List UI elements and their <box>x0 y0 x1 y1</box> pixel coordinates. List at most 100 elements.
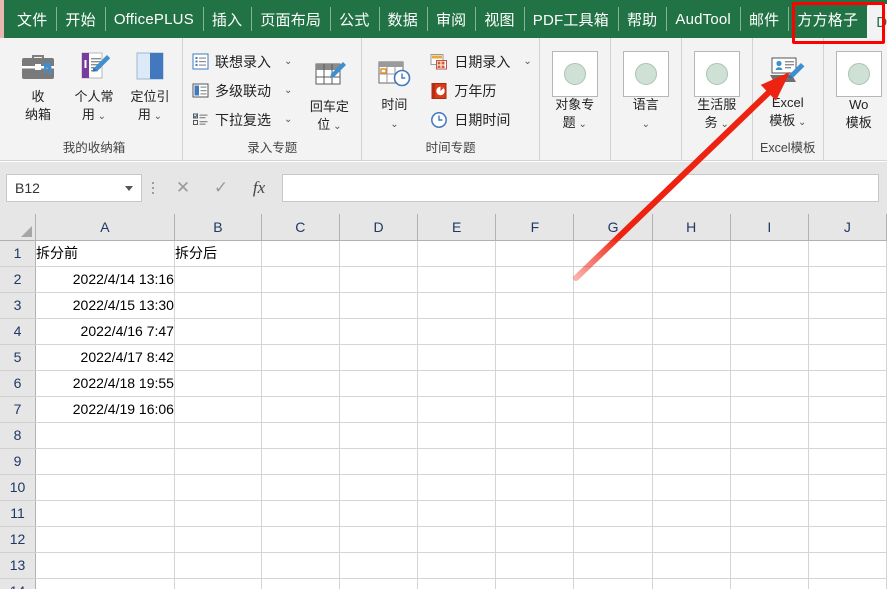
ribbon-tab-7[interactable]: 审阅 <box>426 0 475 38</box>
ribbon-button-date-time[interactable]: 日期时间 <box>426 105 534 134</box>
cell-G13[interactable] <box>573 552 653 579</box>
column-header-E[interactable]: E <box>417 214 497 241</box>
cell-A14[interactable] <box>35 578 175 589</box>
cell-J14[interactable] <box>808 578 887 589</box>
ribbon-button-perpetual-calendar[interactable]: 万年历 <box>426 76 534 105</box>
cell-D2[interactable] <box>339 266 419 293</box>
cell-G8[interactable] <box>573 422 653 449</box>
cell-J10[interactable] <box>808 474 887 501</box>
cell-A6[interactable]: 2022/4/18 19:55 <box>35 370 175 397</box>
ribbon-button-dropdown-multiselect[interactable]: 下拉复选 ⌄ <box>187 105 295 134</box>
ribbon-tab-14[interactable]: DIY工具箱 <box>867 4 887 38</box>
cell-D13[interactable] <box>339 552 419 579</box>
cell-D14[interactable] <box>339 578 419 589</box>
chevron-down-icon[interactable]: ⌄ <box>795 117 806 128</box>
cell-G2[interactable] <box>573 266 653 293</box>
cell-B1[interactable]: 拆分后 <box>174 240 262 267</box>
row-header-14[interactable]: 14 <box>0 578 36 589</box>
ribbon-tab-3[interactable]: 插入 <box>202 0 251 38</box>
cell-G12[interactable] <box>573 526 653 553</box>
column-header-B[interactable]: B <box>174 214 262 241</box>
cell-J6[interactable] <box>808 370 887 397</box>
cell-I3[interactable] <box>730 292 809 319</box>
cell-I6[interactable] <box>730 370 809 397</box>
cell-B3[interactable] <box>174 292 262 319</box>
cell-F11[interactable] <box>495 500 575 527</box>
cell-D1[interactable] <box>339 240 419 267</box>
chevron-down-icon[interactable]: ⌄ <box>718 119 728 130</box>
ribbon-button-time[interactable]: 时间 ⌄ <box>366 50 422 134</box>
chevron-down-icon[interactable]: ⌄ <box>95 111 106 122</box>
ribbon-button-personal-common[interactable]: 个人常 用 ⌄ <box>66 42 122 126</box>
cell-D4[interactable] <box>339 318 419 345</box>
cell-F8[interactable] <box>495 422 575 449</box>
cell-F10[interactable] <box>495 474 575 501</box>
ribbon-tab-0[interactable]: 文件 <box>8 0 56 38</box>
cell-E5[interactable] <box>417 344 497 371</box>
ribbon-button-life-service[interactable]: 生活服 务 ⌄ <box>686 50 748 134</box>
ribbon-button-date-entry[interactable]: 日期录入 ⌄ <box>426 47 534 76</box>
cell-H10[interactable] <box>652 474 731 501</box>
cell-J8[interactable] <box>808 422 887 449</box>
cell-I11[interactable] <box>730 500 809 527</box>
cell-J1[interactable] <box>808 240 887 267</box>
cell-H13[interactable] <box>652 552 731 579</box>
chevron-down-icon[interactable]: ⌄ <box>284 114 292 125</box>
cell-F7[interactable] <box>495 396 575 423</box>
ribbon-tab-1[interactable]: 开始 <box>56 0 104 38</box>
chevron-down-icon[interactable]: ⌄ <box>284 85 292 96</box>
ribbon-button-excel-template[interactable]: Excel 模板 ⌄ <box>757 48 819 132</box>
ribbon-tab-6[interactable]: 数据 <box>378 0 427 38</box>
column-header-G[interactable]: G <box>573 214 653 241</box>
cell-C4[interactable] <box>261 318 340 345</box>
ribbon-button-associative-entry[interactable]: 联想录入 ⌄ <box>187 47 295 76</box>
cell-J12[interactable] <box>808 526 887 553</box>
name-box[interactable]: B12 <box>6 174 142 202</box>
cell-D5[interactable] <box>339 344 419 371</box>
row-header-10[interactable]: 10 <box>0 474 36 501</box>
cancel-icon[interactable]: ✕ <box>164 174 202 202</box>
cell-B10[interactable] <box>174 474 262 501</box>
row-header-7[interactable]: 7 <box>0 396 36 423</box>
formula-bar-grip[interactable] <box>142 182 164 194</box>
ribbon-tab-13[interactable]: 方方格子 <box>788 0 867 38</box>
cell-A4[interactable]: 2022/4/16 7:47 <box>35 318 175 345</box>
cell-F2[interactable] <box>495 266 575 293</box>
cell-I12[interactable] <box>730 526 809 553</box>
cell-A12[interactable] <box>35 526 175 553</box>
cell-E7[interactable] <box>417 396 497 423</box>
cell-F14[interactable] <box>495 578 575 589</box>
cell-J4[interactable] <box>808 318 887 345</box>
ribbon-button-object-topic[interactable]: 对象专 题 ⌄ <box>544 50 606 134</box>
cell-B13[interactable] <box>174 552 262 579</box>
ribbon-tab-4[interactable]: 页面布局 <box>251 0 330 38</box>
cell-A10[interactable] <box>35 474 175 501</box>
column-header-I[interactable]: I <box>730 214 809 241</box>
cell-A9[interactable] <box>35 448 175 475</box>
cell-B4[interactable] <box>174 318 262 345</box>
cell-F5[interactable] <box>495 344 575 371</box>
column-header-A[interactable]: A <box>35 214 175 241</box>
cell-B7[interactable] <box>174 396 262 423</box>
chevron-down-icon[interactable]: ⌄ <box>284 56 292 67</box>
cell-E14[interactable] <box>417 578 497 589</box>
cell-G5[interactable] <box>573 344 653 371</box>
cell-A11[interactable] <box>35 500 175 527</box>
chevron-down-icon[interactable]: ⌄ <box>330 121 341 132</box>
cell-C6[interactable] <box>261 370 340 397</box>
cell-B5[interactable] <box>174 344 262 371</box>
chevron-down-icon[interactable]: ⌄ <box>576 119 586 130</box>
cell-I10[interactable] <box>730 474 809 501</box>
ribbon-tab-9[interactable]: PDF工具箱 <box>523 0 618 38</box>
row-header-4[interactable]: 4 <box>0 318 36 345</box>
cell-H3[interactable] <box>652 292 731 319</box>
cell-B11[interactable] <box>174 500 262 527</box>
ribbon-tab-12[interactable]: 邮件 <box>739 0 788 38</box>
cell-E10[interactable] <box>417 474 497 501</box>
cell-C5[interactable] <box>261 344 340 371</box>
column-header-F[interactable]: F <box>495 214 575 241</box>
column-header-H[interactable]: H <box>652 214 731 241</box>
cell-F6[interactable] <box>495 370 575 397</box>
confirm-icon[interactable]: ✓ <box>202 174 240 202</box>
ribbon-tab-11[interactable]: AudTool <box>666 0 740 38</box>
